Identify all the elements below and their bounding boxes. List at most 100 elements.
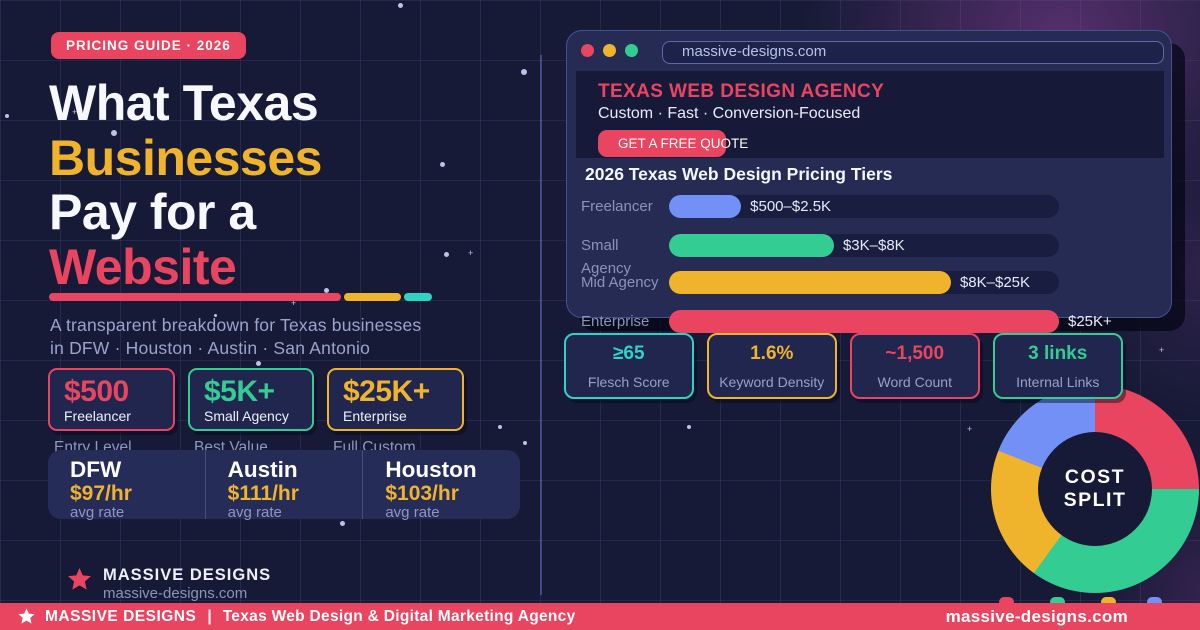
hero-tagline: Custom · Fast · Conversion-Focused <box>598 105 861 122</box>
bar-track: $3K–$8K <box>669 233 1059 257</box>
stat-card-word-count: ~1,500 Word Count <box>850 333 980 399</box>
city-rate: $97/hr <box>70 482 132 505</box>
brand-domain: massive-designs.com <box>103 585 248 602</box>
price-label: Small Agency <box>204 408 289 424</box>
stat-label: Flesch Score <box>587 374 670 390</box>
bar <box>669 233 834 257</box>
minimize-icon[interactable] <box>603 44 616 57</box>
stat-card-keyword-density: 1.6% Keyword Density <box>707 333 837 399</box>
footer-tagline: Texas Web Design & Digital Marketing Age… <box>222 607 576 625</box>
stat-card-flesch-score: ≥65 Flesch Score <box>564 333 694 399</box>
star-dot <box>687 425 691 429</box>
rate-note: avg rate <box>385 504 440 521</box>
bar-track: $25K+ <box>669 309 1112 333</box>
stat-card-internal-links: 3 links Internal Links <box>993 333 1123 399</box>
underline-yellow <box>344 293 401 301</box>
star-plus: + <box>967 424 973 434</box>
chart-category-label: Mid Agency <box>581 274 659 291</box>
rate-cell-austin: Austin $111/hr avg rate <box>204 450 363 521</box>
stat-value: ~1,500 <box>885 343 945 364</box>
pricing-guide-badge: PRICING GUIDE · 2026 <box>51 32 246 59</box>
headline-line-3: Pay for a <box>49 184 256 240</box>
price-value: $500 <box>64 375 129 408</box>
stat-label: Keyword Density <box>719 374 825 390</box>
price-label: Freelancer <box>64 408 131 424</box>
price-card-freelancer: $500 Freelancer Entry Level <box>48 368 175 457</box>
footer-bar: MASSIVE DESIGNS | Texas Web Design & Dig… <box>0 603 1200 630</box>
price-value: $5K+ <box>204 375 275 408</box>
chart-category-label: Freelancer <box>581 198 653 215</box>
brand-name: MASSIVE DESIGNS <box>103 566 272 584</box>
star-dot <box>256 361 261 366</box>
page-title: What Texas Businesses Pay for a Website <box>49 76 322 294</box>
price-label: Enterprise <box>343 408 407 424</box>
maximize-icon[interactable] <box>625 44 638 57</box>
window-controls <box>581 44 638 57</box>
bar-value-label: $8K–$25K <box>959 274 1031 291</box>
subtitle-line-2: in DFW · Houston · Austin · San Antonio <box>50 337 371 358</box>
star-plus: + <box>468 248 474 258</box>
url-bar[interactable]: massive-designs.com <box>662 41 1164 64</box>
stat-value: 1.6% <box>750 343 794 364</box>
star-icon <box>68 568 91 590</box>
infographic-canvas: + + + + + PRICING GUIDE · 2026 What Texa… <box>0 0 1200 630</box>
price-card-enterprise: $25K+ Enterprise Full Custom <box>327 368 464 457</box>
donut-label-line-1: COST <box>1064 466 1126 488</box>
donut-center: COST SPLIT <box>1038 432 1152 546</box>
price-value: $25K+ <box>343 375 430 408</box>
star-dot <box>340 521 345 526</box>
bar-value-label: $3K–$8K <box>842 236 905 254</box>
bar-value-label: $25K+ <box>1068 312 1112 330</box>
city-name: Houston <box>385 457 477 482</box>
bar <box>669 309 1059 333</box>
star-dot <box>521 69 527 75</box>
star-icon <box>18 608 35 624</box>
bar <box>669 195 742 218</box>
footer-brand: MASSIVE DESIGNS <box>45 607 197 625</box>
star-dot <box>440 162 445 167</box>
city-name: Austin <box>227 457 298 482</box>
chart-title: 2026 Texas Web Design Pricing Tiers <box>585 164 893 184</box>
price-card-small-agency: $5K+ Small Agency Best Value <box>188 368 314 457</box>
hero-section: TEXAS WEB DESIGN AGENCY Custom · Fast · … <box>576 71 1164 158</box>
headline-underline <box>49 293 432 301</box>
stat-label: Word Count <box>877 374 952 390</box>
city-rate-table: DFW $97/hr avg rate Austin $111/hr avg r… <box>48 450 520 521</box>
footer-separator: | <box>207 607 212 625</box>
star-dot <box>498 425 502 429</box>
close-icon[interactable] <box>581 44 594 57</box>
footer-domain-link[interactable]: massive-designs.com <box>946 607 1128 627</box>
stat-value: ≥65 <box>612 343 645 364</box>
star-dot <box>444 252 449 257</box>
headline-line-4: Website <box>49 238 237 295</box>
city-rate: $111/hr <box>227 482 299 505</box>
stat-value: 3 links <box>1028 343 1088 364</box>
rate-cell-houston: Houston $103/hr avg rate <box>362 450 520 521</box>
divider-line <box>540 55 542 595</box>
star-dot <box>5 114 9 118</box>
bar-value-label: $500–$2.5K <box>750 198 832 215</box>
subtitle: A transparent breakdown for Texas busine… <box>50 314 421 359</box>
price-tier-cards: $500 Freelancer Entry Level $5K+ Small A… <box>48 368 464 457</box>
subtitle-line-1: A transparent breakdown for Texas busine… <box>50 315 422 335</box>
rate-note: avg rate <box>70 504 125 521</box>
get-free-quote-button[interactable]: GET A FREE QUOTE <box>598 130 748 157</box>
star-dot <box>523 441 527 445</box>
brand-logo-block: MASSIVE DESIGNS massive-designs.com <box>66 564 271 602</box>
star-dot <box>398 3 403 8</box>
star-plus: + <box>1159 345 1165 355</box>
cost-split-donut-chart: COST SPLIT <box>991 385 1199 593</box>
seo-stat-cards: ≥65 Flesch Score 1.6% Keyword Density ~1… <box>564 333 1123 399</box>
rate-note: avg rate <box>227 504 282 521</box>
headline-line-1: What Texas <box>49 75 319 131</box>
bar <box>669 271 951 294</box>
donut-label-line-2: SPLIT <box>1063 489 1127 511</box>
underline-teal <box>404 293 432 301</box>
city-name: DFW <box>70 457 122 482</box>
bar-track: $8K–$25K <box>669 271 1059 294</box>
city-rate: $103/hr <box>385 482 459 505</box>
stat-label: Internal Links <box>1016 374 1100 390</box>
underline-red <box>49 293 341 301</box>
bar-track: $500–$2.5K <box>669 195 1059 218</box>
hero-title: TEXAS WEB DESIGN AGENCY <box>598 81 885 102</box>
